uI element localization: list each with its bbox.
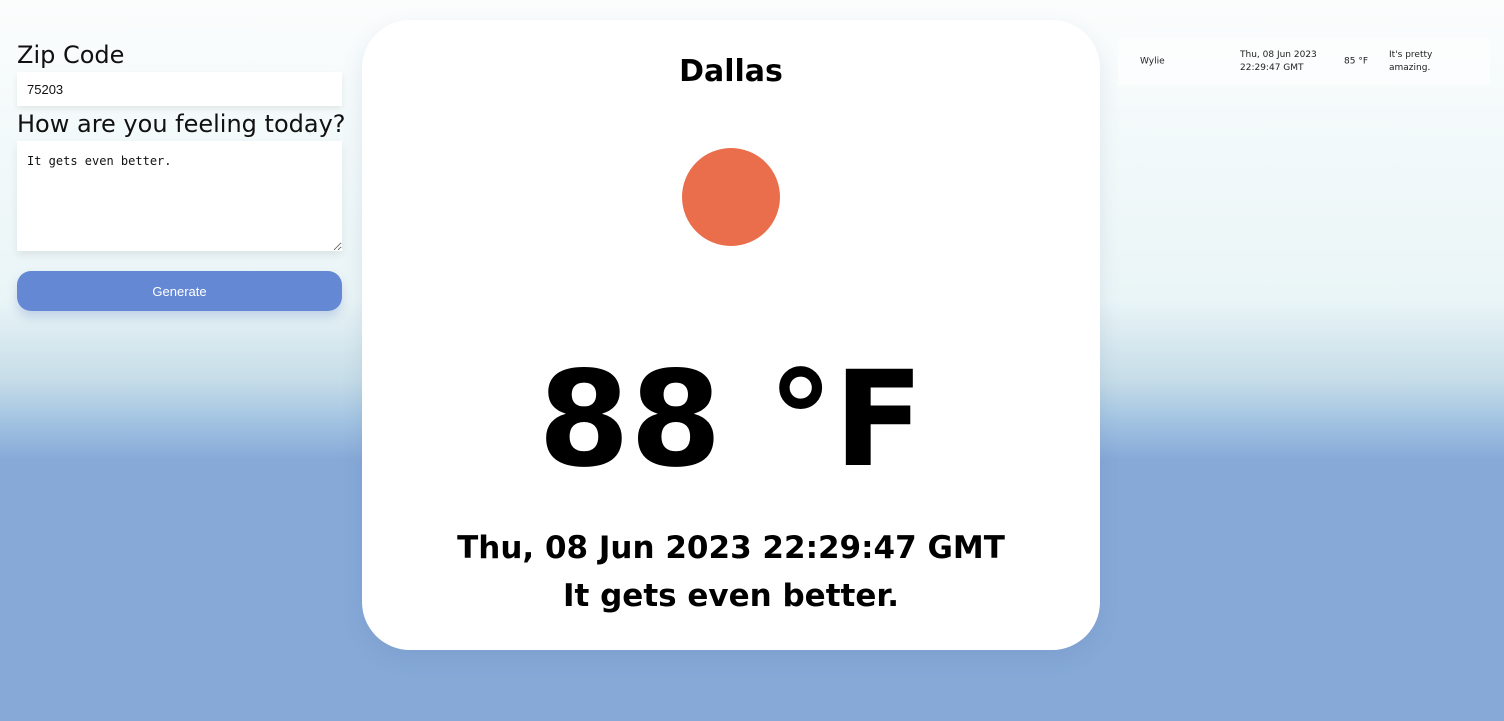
temperature-display: 88 °F: [538, 343, 924, 497]
feeling-label: How are you feeling today?: [17, 110, 346, 138]
weather-card: Dallas 88 °F Thu, 08 Jun 2023 22:29:47 G…: [362, 20, 1100, 650]
history-feeling: It's pretty amazing.: [1389, 50, 1433, 73]
zip-code-label: Zip Code: [17, 41, 125, 69]
history-temperature: 85 °F: [1344, 56, 1368, 67]
history-table: Wylie Thu, 08 Jun 2023 22:29:47 GMT 85 °…: [1118, 38, 1490, 86]
feeling-textarea[interactable]: It gets even better.: [17, 141, 342, 251]
entry-form: Zip Code How are you feeling today? It g…: [17, 38, 346, 311]
generate-button[interactable]: Generate: [17, 271, 342, 311]
history-city: Wylie: [1140, 56, 1165, 67]
zip-code-input[interactable]: [17, 72, 342, 106]
history-date: Thu, 08 Jun 2023 22:29:47 GMT: [1240, 50, 1317, 73]
city-name: Dallas: [679, 54, 783, 89]
date-display: Thu, 08 Jun 2023 22:29:47 GMT: [457, 530, 1005, 566]
sun-icon: [682, 148, 780, 246]
history-row: Wylie Thu, 08 Jun 2023 22:29:47 GMT 85 °…: [1118, 38, 1490, 86]
feeling-display: It gets even better.: [562, 578, 900, 614]
